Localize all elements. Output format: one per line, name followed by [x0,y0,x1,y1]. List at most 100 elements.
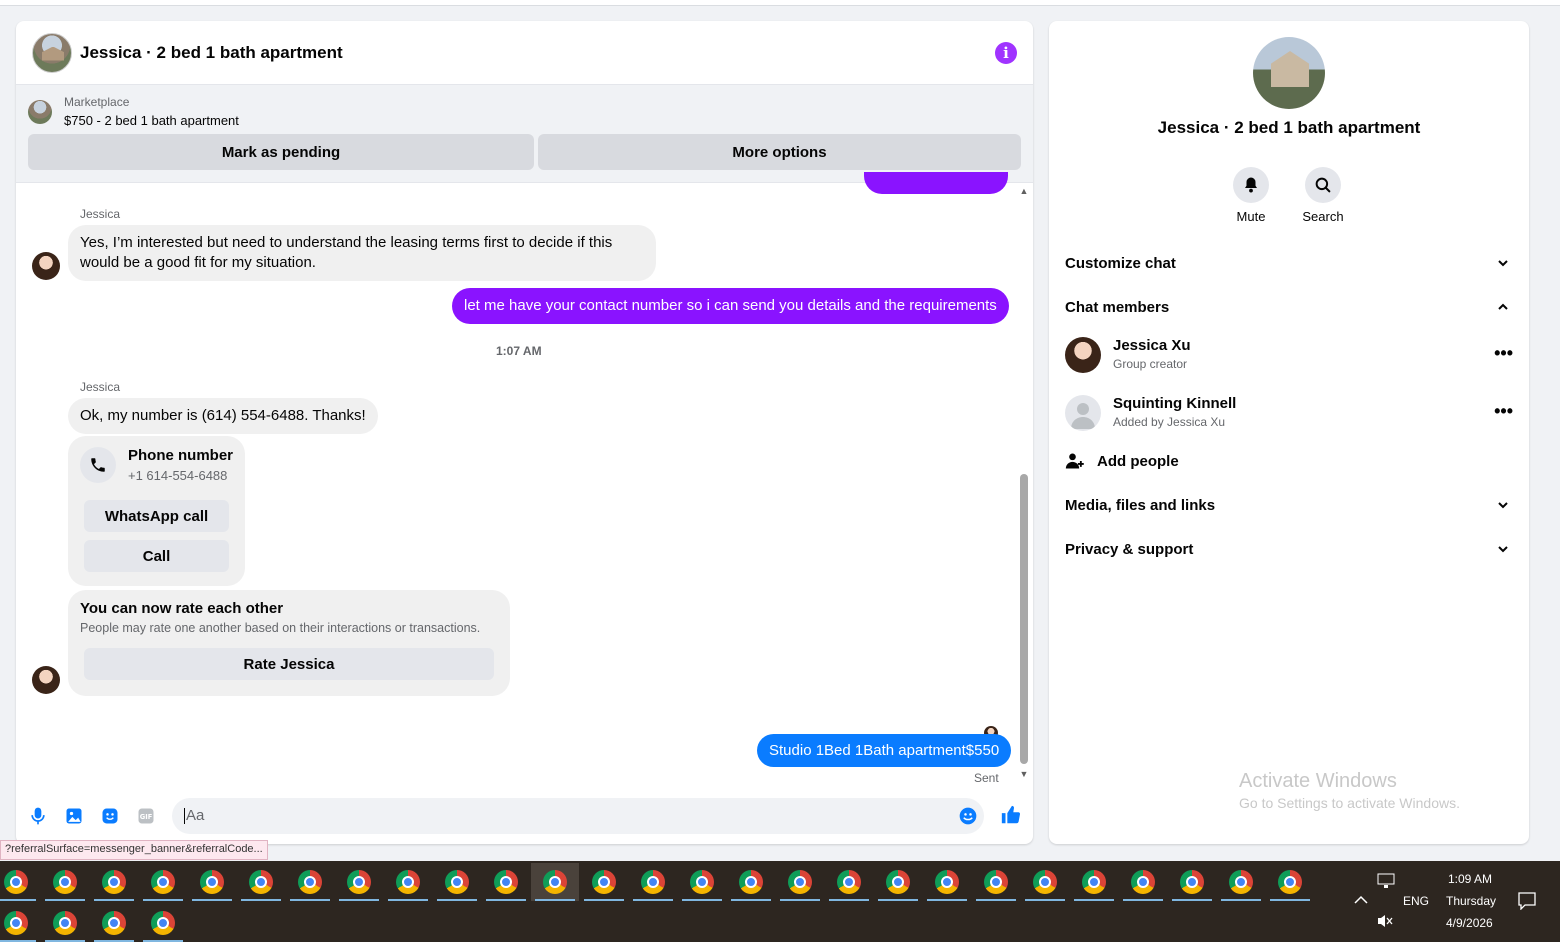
customize-chat-section[interactable]: Customize chat [1065,251,1513,275]
chrome-taskbar-button[interactable] [90,863,138,901]
jessica-avatar[interactable] [32,252,60,280]
incoming-message[interactable]: Ok, my number is (614) 554-6488. Thanks! [68,398,378,434]
mark-pending-button[interactable]: Mark as pending [28,134,534,170]
phone-number-card: Phone number +1 614-554-6488 WhatsApp ca… [68,436,245,586]
chrome-taskbar-button[interactable] [41,904,89,942]
chrome-taskbar-button[interactable] [90,904,138,942]
timestamp-separator: 1:07 AM [496,344,542,358]
chrome-taskbar-button[interactable] [1119,863,1167,901]
clock-time[interactable]: 1:09 AM [1448,872,1492,886]
rate-jessica-button[interactable]: Rate Jessica [84,648,494,680]
info-icon[interactable]: i [995,41,1017,64]
chrome-taskbar-button[interactable] [1168,863,1216,901]
microphone-icon[interactable] [28,806,48,826]
chrome-taskbar-button[interactable] [923,863,971,901]
privacy-support-section[interactable]: Privacy & support [1065,537,1513,561]
scroll-up-icon[interactable]: ▲ [1019,186,1029,196]
clock-day[interactable]: Thursday [1446,894,1496,908]
chrome-icon [592,870,616,894]
chat-panel: Jessica · 2 bed 1 bath apartment i Marke… [16,21,1033,844]
incoming-message[interactable]: Yes, I’m interested but need to understa… [68,225,656,281]
chat-members-label: Chat members [1065,298,1170,316]
chrome-taskbar-button[interactable] [384,863,432,901]
chrome-taskbar-button[interactable] [776,863,824,901]
chrome-taskbar-button[interactable] [1217,863,1265,901]
rate-card: You can now rate each other People may r… [68,590,510,696]
chrome-taskbar-button[interactable] [629,863,677,901]
scroll-thumb[interactable] [1020,474,1028,764]
search-action[interactable]: Search [1293,167,1353,224]
chrome-taskbar-button[interactable] [0,863,40,901]
chrome-taskbar-button[interactable] [433,863,481,901]
chrome-taskbar-button[interactable] [139,904,187,942]
chrome-taskbar-button[interactable] [972,863,1020,901]
chrome-taskbar-button[interactable] [1021,863,1069,901]
message-input[interactable]: Aa [172,798,984,834]
more-options-button[interactable]: More options [538,134,1021,170]
media-files-section[interactable]: Media, files and links [1065,493,1513,517]
outgoing-message[interactable]: Studio 1Bed 1Bath apartment$550 [757,734,1012,767]
chat-title[interactable]: Jessica · 2 bed 1 bath apartment [80,43,343,63]
whatsapp-call-button[interactable]: WhatsApp call [84,500,229,532]
chrome-taskbar-button[interactable] [139,863,187,901]
outgoing-message[interactable]: let me have your contact number so i can… [452,288,1009,324]
listing-thumbnail[interactable] [28,99,52,124]
thumbs-up-icon[interactable] [1000,804,1022,826]
clock-date[interactable]: 4/9/2026 [1446,916,1493,930]
more-icon[interactable]: ••• [1494,401,1513,422]
photo-icon[interactable] [64,806,84,826]
sticker-icon[interactable] [100,806,120,826]
add-people-button[interactable]: Add people [1065,449,1513,473]
chrome-taskbar-button[interactable] [678,863,726,901]
chrome-icon [1180,870,1204,894]
chrome-taskbar-button[interactable] [825,863,873,901]
rate-card-subtitle: People may rate one another based on the… [80,621,481,635]
member-name[interactable]: Jessica Xu [1113,337,1191,354]
conversation-avatar-large[interactable] [1253,37,1325,109]
member-role: Group creator [1113,357,1188,371]
chrome-icon [494,870,518,894]
member-row[interactable]: Jessica Xu Group creator ••• [1065,333,1513,377]
mute-action[interactable]: Mute [1221,167,1281,224]
chrome-taskbar-button[interactable] [531,863,579,901]
message-scrollbar[interactable]: ▲ ▼ [1019,184,1029,784]
message-sender: Jessica [80,207,121,221]
privacy-support-label: Privacy & support [1065,540,1194,558]
marketplace-label: Marketplace [64,95,130,109]
chrome-taskbar-button[interactable] [1070,863,1118,901]
member-name[interactable]: Squinting Kinnell [1113,395,1236,412]
gif-icon[interactable]: GIF [136,806,156,826]
member-avatar[interactable] [1065,337,1101,373]
chrome-icon [1033,870,1057,894]
member-avatar[interactable] [1065,395,1101,431]
jessica-avatar[interactable] [32,666,60,694]
volume-muted-icon[interactable] [1377,913,1393,929]
chrome-taskbar-button[interactable] [874,863,922,901]
chrome-taskbar-button[interactable] [41,863,89,901]
chrome-taskbar-button[interactable] [237,863,285,901]
search-icon[interactable] [1305,167,1341,203]
chrome-taskbar-button[interactable] [580,863,628,901]
scroll-down-icon[interactable]: ▼ [1019,769,1029,779]
chrome-icon [935,870,959,894]
member-row[interactable]: Squinting Kinnell Added by Jessica Xu ••… [1065,391,1513,435]
listing-title[interactable]: $750 - 2 bed 1 bath apartment [64,113,239,128]
chevron-up-icon[interactable] [1354,895,1368,905]
chrome-taskbar-button[interactable] [1266,863,1314,901]
chrome-taskbar-button[interactable] [0,904,40,942]
conversation-avatar[interactable] [32,32,72,73]
chrome-taskbar-button[interactable] [286,863,334,901]
bell-icon[interactable] [1233,167,1269,203]
notification-icon[interactable] [1518,892,1536,910]
more-icon[interactable]: ••• [1494,343,1513,364]
emoji-icon[interactable] [958,806,978,826]
chrome-taskbar-button[interactable] [335,863,383,901]
language-indicator[interactable]: ENG [1403,894,1429,908]
chat-members-section[interactable]: Chat members [1065,295,1513,319]
call-button[interactable]: Call [84,540,229,572]
chrome-taskbar-button[interactable] [188,863,236,901]
chrome-taskbar-button[interactable] [482,863,530,901]
chrome-icon [151,911,175,935]
chrome-taskbar-button[interactable] [727,863,775,901]
network-icon[interactable] [1377,873,1395,889]
